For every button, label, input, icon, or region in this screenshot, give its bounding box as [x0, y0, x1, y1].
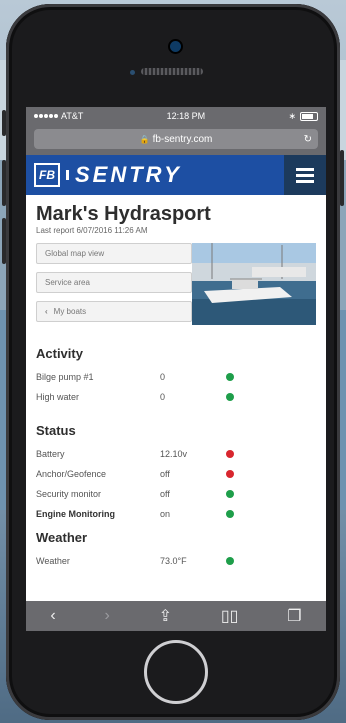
power-button [340, 150, 344, 206]
status-row-engine: Engine Monitoring on [36, 504, 316, 524]
weather-heading: Weather [36, 530, 88, 545]
activity-row-high-water: High water 0 [36, 387, 316, 407]
address-bar[interactable]: 🔒 fb-sentry.com ↻ [34, 129, 318, 149]
tabs-icon[interactable]: ❐ [287, 606, 301, 626]
row-label: Battery [36, 449, 65, 459]
battery-icon [299, 111, 318, 121]
status-right: ∗ [288, 111, 318, 122]
row-value: on [160, 509, 171, 519]
logo-text: SENTRY [75, 162, 182, 187]
button-label: Global map view [45, 249, 105, 258]
status-heading: Status [36, 423, 76, 438]
lock-icon: 🔒 [139, 134, 150, 144]
url-text: fb-sentry.com [152, 133, 213, 145]
logo-mark: FB [34, 163, 60, 187]
status-bar: AT&T 12:18 PM ∗ [26, 107, 326, 125]
front-camera [170, 41, 181, 52]
bluetooth-icon: ∗ [288, 110, 296, 121]
last-report-text: Last report 6/07/2016 11:26 AM [36, 226, 148, 235]
button-label: Service area [45, 278, 90, 287]
weather-row: Weather 73.0°F [36, 551, 316, 571]
hamburger-menu-icon[interactable] [284, 155, 326, 195]
row-label: High water [36, 392, 80, 402]
back-arrow-icon[interactable]: ‹ [50, 607, 55, 625]
status-dot [226, 373, 234, 381]
row-value: 0 [160, 392, 166, 402]
row-value: 0 [160, 372, 166, 382]
site-header: FB SENTRY [26, 155, 326, 195]
home-button[interactable] [144, 640, 208, 704]
global-map-view-button[interactable]: Global map view [36, 243, 192, 264]
bookmarks-icon[interactable]: ▯▯ [221, 606, 239, 626]
top-row: Global map view Service area ‹ My boats [36, 243, 316, 330]
phone-screen: AT&T 12:18 PM ∗ 🔒 fb-sentry.com ↻ FB SEN… [26, 107, 326, 631]
chevron-left-icon: ‹ [45, 307, 48, 316]
status-dot [226, 510, 234, 518]
status-row-security: Security monitor off [36, 484, 316, 504]
row-value: 12.10v [160, 449, 188, 459]
carrier-info: AT&T [34, 111, 83, 121]
reload-icon[interactable]: ↻ [304, 134, 312, 145]
activity-heading: Activity [36, 346, 83, 361]
activity-row-bilge: Bilge pump #1 0 [36, 367, 316, 387]
proximity-sensor [130, 70, 135, 75]
row-label: Anchor/Geofence [36, 469, 107, 479]
status-row-battery: Battery 12.10v [36, 444, 316, 464]
row-value: off [160, 469, 170, 479]
row-label: Weather [36, 556, 70, 566]
boat-photo [192, 243, 316, 325]
status-dot [226, 557, 234, 565]
my-boats-button[interactable]: ‹ My boats [36, 301, 192, 322]
row-value: off [160, 489, 170, 499]
row-value: 73.0°F [160, 556, 187, 566]
service-area-button[interactable]: Service area [36, 272, 192, 293]
share-icon[interactable]: ⇪ [159, 606, 172, 626]
row-label: Engine Monitoring [36, 509, 115, 519]
logo-divider [66, 170, 69, 180]
status-row-anchor: Anchor/Geofence off [36, 464, 316, 484]
browser-chrome: 🔒 fb-sentry.com ↻ [26, 125, 326, 155]
status-dot [226, 490, 234, 498]
status-dot [226, 470, 234, 478]
row-label: Security monitor [36, 489, 102, 499]
page-title: Mark's Hydrasport [36, 203, 211, 225]
row-label: Bilge pump #1 [36, 372, 94, 382]
nav-buttons: Global map view Service area ‹ My boats [36, 243, 192, 330]
main-content: Mark's Hydrasport Last report 6/07/2016 … [26, 195, 326, 571]
carrier-name: AT&T [61, 111, 84, 121]
status-dot [226, 450, 234, 458]
site-logo[interactable]: FB SENTRY [26, 162, 182, 188]
earpiece-speaker [141, 68, 203, 75]
forward-arrow-icon[interactable]: › [105, 607, 110, 625]
signal-icon [34, 114, 58, 118]
browser-toolbar: ‹ › ⇪ ▯▯ ❐ [26, 601, 326, 631]
clock: 12:18 PM [166, 111, 206, 121]
button-label: My boats [53, 307, 87, 316]
status-dot [226, 393, 234, 401]
